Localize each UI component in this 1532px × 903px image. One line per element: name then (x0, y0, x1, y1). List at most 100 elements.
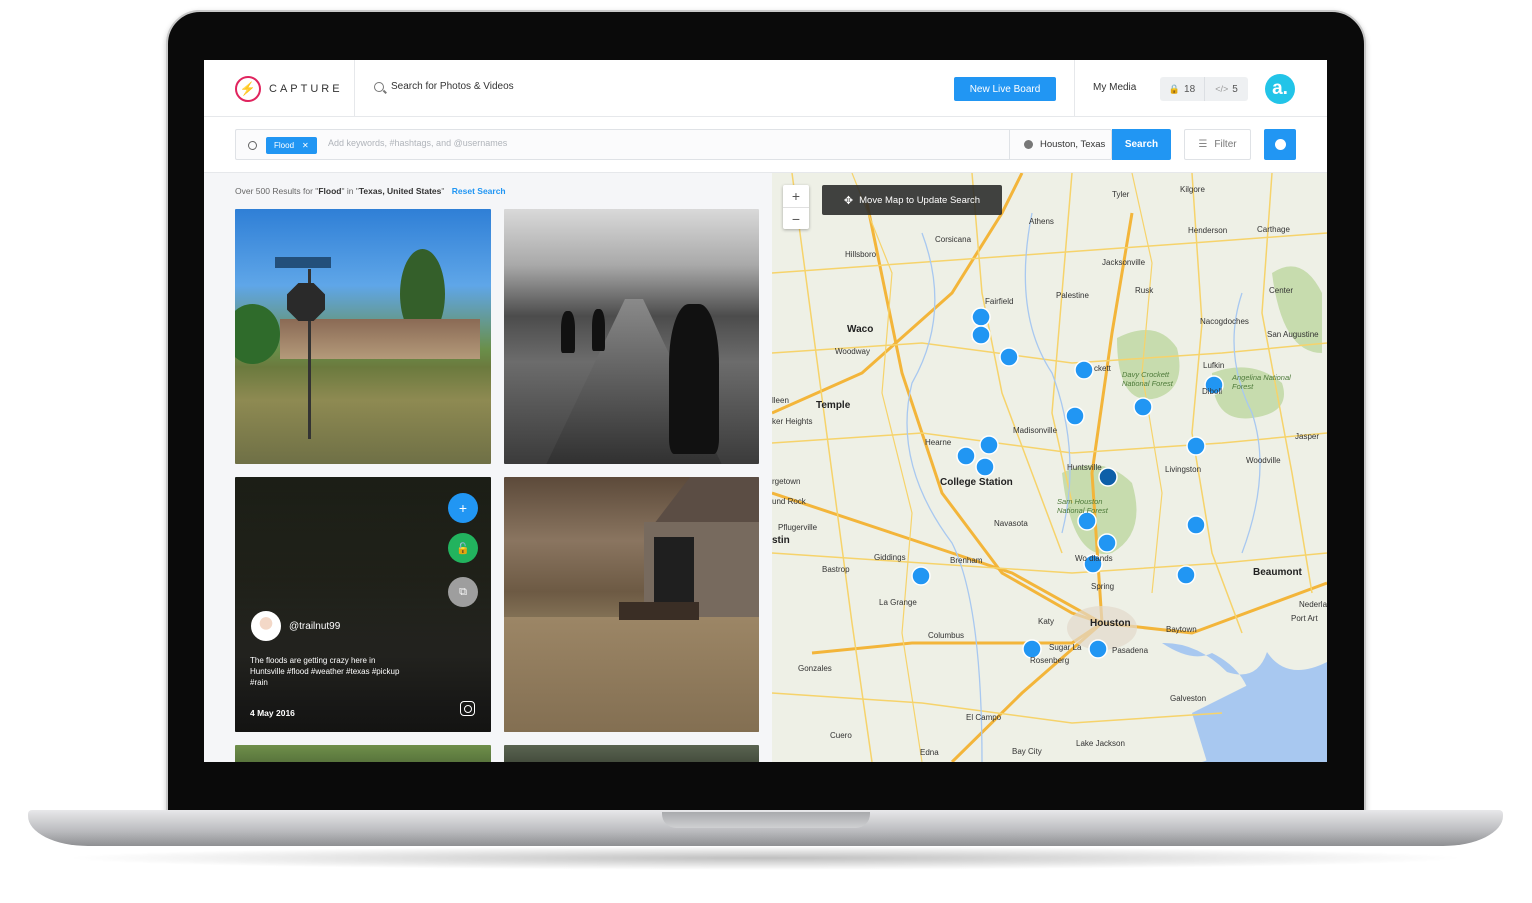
map-label: Palestine (1056, 291, 1089, 300)
map-label: Hillsboro (845, 250, 877, 259)
nav-divider (1074, 60, 1075, 117)
map-label: Center (1269, 286, 1294, 295)
map-label: Houston (1090, 618, 1131, 629)
globe-icon (1024, 140, 1033, 149)
photo-person (561, 311, 575, 353)
map-pin[interactable] (971, 325, 991, 345)
bolt-icon: ⚡ (235, 76, 261, 102)
embed-count[interactable]: </> 5 (1204, 77, 1248, 101)
keyword-input[interactable] (328, 138, 728, 148)
map-label: Carthage (1257, 225, 1290, 234)
map-pin[interactable] (999, 347, 1019, 367)
search-toolbar: Flood✕ Houston, Texas ⌄ Search ☰Filter (204, 117, 1327, 173)
map-label: Pasadena (1112, 646, 1149, 655)
rights-request-button[interactable]: 🔓 (448, 533, 478, 563)
map-pin[interactable] (1097, 533, 1117, 553)
media-tile-active[interactable]: + 🔓 ⧉ @trailnut99 The floods are getting… (235, 477, 491, 732)
top-search-link[interactable]: Search for Photos & Videos (374, 81, 514, 92)
photo-street-sign (275, 257, 331, 268)
copy-button[interactable]: ⧉ (448, 577, 478, 607)
map-label: Katy (1038, 617, 1055, 626)
globe-icon (1274, 139, 1286, 150)
map-toggle-button[interactable] (1264, 129, 1296, 160)
media-tile[interactable] (504, 209, 759, 464)
map-label: Navasota (994, 519, 1028, 528)
instagram-icon[interactable] (460, 701, 475, 716)
map-label: Bastrop (822, 565, 850, 574)
map-label: Fairfield (985, 297, 1014, 306)
map-pin[interactable] (911, 566, 931, 586)
map-pin[interactable] (1186, 515, 1206, 535)
map-label: Rosenberg (1030, 656, 1070, 665)
results-place: Texas, United States (358, 186, 442, 196)
map-label: und Rock (772, 497, 806, 506)
map-label: Jacksonville (1102, 258, 1146, 267)
map-label: lleen (772, 396, 789, 405)
new-live-board-button[interactable]: New Live Board (954, 77, 1056, 101)
map-label: Huntsville (1067, 463, 1102, 472)
media-tile[interactable] (235, 209, 491, 464)
map-pin[interactable] (1088, 639, 1108, 659)
my-media-link[interactable]: My Media (1093, 82, 1136, 93)
map-label: Woodville (1246, 456, 1281, 465)
sliders-icon: ☰ (1198, 139, 1208, 150)
highway (772, 491, 1327, 635)
map-pin[interactable] (956, 446, 976, 466)
app-screen: ⚡ CAPTURE Search for Photos & Videos New… (204, 60, 1327, 762)
results-term: Flood (318, 186, 342, 196)
post-caption: The floods are getting crazy here in Hun… (250, 656, 400, 687)
map-label: Lake Jackson (1076, 739, 1125, 748)
map-label: Port Art (1291, 614, 1318, 623)
media-tile[interactable] (235, 745, 491, 762)
map-label: Gonzales (798, 664, 832, 673)
results-mid: " in " (341, 186, 359, 196)
media-tile[interactable] (504, 745, 759, 762)
top-search-label: Search for Photos & Videos (391, 81, 514, 92)
park-area (1272, 266, 1322, 353)
results-map[interactable]: + − ✥ Move Map to Update Search Tyler Kil… (772, 173, 1327, 762)
account-avatar[interactable]: a. (1265, 74, 1295, 104)
filter-button[interactable]: ☰ Filter (1184, 129, 1251, 160)
map-label: Davy Crockett National Forest (1122, 370, 1173, 388)
map-pin[interactable] (979, 435, 999, 455)
logo[interactable]: ⚡ CAPTURE (235, 76, 343, 102)
search-tag[interactable]: Flood ✕ (266, 137, 317, 154)
park-area (1117, 330, 1180, 400)
move-icon: ✥ (843, 194, 854, 207)
nav-divider (354, 60, 355, 117)
copy-icon: ⧉ (459, 585, 467, 598)
map-label: ckett (1094, 364, 1111, 373)
search-icon (248, 141, 257, 150)
photo-stop-sign (287, 283, 325, 321)
map-pin[interactable] (1186, 436, 1206, 456)
zoom-in-button[interactable]: + (783, 185, 809, 207)
remove-tag-icon[interactable]: ✕ (302, 141, 309, 150)
search-tag-label: Flood (274, 141, 295, 150)
post-author[interactable]: @trailnut99 (251, 611, 340, 641)
logo-text: CAPTURE (269, 83, 343, 95)
filter-label: Filter (1214, 139, 1237, 150)
media-tile[interactable] (504, 477, 759, 732)
map-pin[interactable] (1074, 360, 1094, 380)
map-label: rgetown (772, 477, 801, 486)
search-button[interactable]: Search (1112, 129, 1171, 160)
locked-count[interactable]: 🔒 18 (1160, 77, 1204, 101)
river (1233, 292, 1261, 554)
map-label: Madisonville (1013, 426, 1058, 435)
results-summary: Over 500 Results for "Flood" in "Texas, … (235, 186, 506, 196)
map-canvas (772, 173, 1327, 762)
keyword-search-field[interactable]: Flood✕ Houston, Texas ⌄ (235, 129, 1123, 160)
embed-count-value: 5 (1232, 83, 1238, 95)
add-to-board-button[interactable]: + (448, 493, 478, 523)
map-label: El Campo (966, 713, 1002, 722)
map-label: Temple (816, 400, 851, 411)
map-pin[interactable] (1176, 565, 1196, 585)
zoom-out-button[interactable]: − (783, 207, 809, 229)
map-pin[interactable] (1065, 406, 1085, 426)
map-pin[interactable] (975, 457, 995, 477)
reset-search-link[interactable]: Reset Search (452, 186, 506, 196)
photo-floodwater (504, 617, 759, 732)
map-pin[interactable] (1133, 397, 1153, 417)
road (791, 173, 873, 762)
map-label: Waco (847, 324, 874, 335)
